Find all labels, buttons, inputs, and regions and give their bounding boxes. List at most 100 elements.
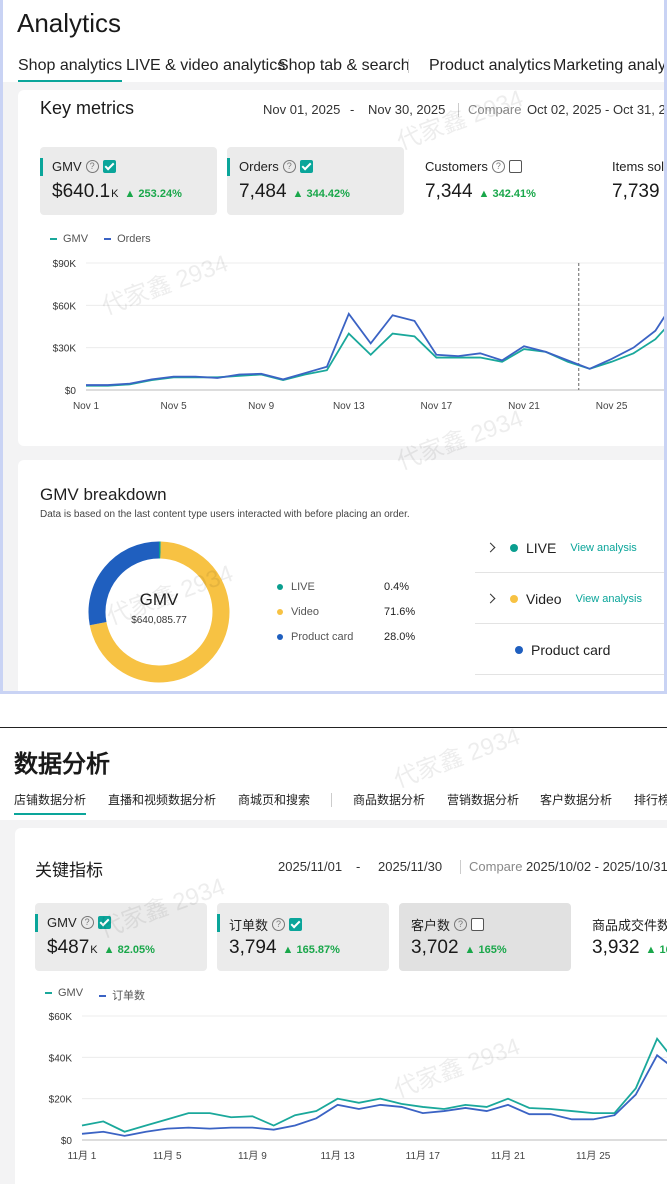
legend-gmv[interactable]: GMV <box>50 233 88 245</box>
tab-live-video-analytics[interactable]: 直播和视频数据分析 <box>108 791 216 808</box>
metric-gmv[interactable]: GMV? $640.1K ▲ 253.24% <box>40 147 217 215</box>
arrow-up-icon: ▲ <box>292 188 307 200</box>
view-analysis-link[interactable]: View analysis <box>576 593 642 605</box>
arrow-up-icon: ▲ <box>282 944 297 956</box>
metric-change: 342.41% <box>492 188 536 200</box>
channel-row-video[interactable]: Video View analysis <box>475 574 664 624</box>
tab-shop-tab-search[interactable]: 商城页和搜索 <box>238 791 310 808</box>
metric-accent-bar <box>40 158 43 176</box>
y-tick-label: $90K <box>53 259 77 270</box>
dot-icon <box>515 645 523 654</box>
help-icon[interactable]: ? <box>272 918 286 931</box>
metric-orders[interactable]: 订单数? 3,794 ▲ 165.87% <box>217 903 389 971</box>
date-range-start[interactable]: Nov 01, 2025 <box>263 102 340 117</box>
metric-customers[interactable]: 客户数? 3,702 ▲ 165% <box>399 903 571 971</box>
metric-value: 3,932 <box>592 937 640 958</box>
page-title: 数据分析 <box>14 751 110 778</box>
compare-date-range[interactable]: 2025/10/02 - 2025/10/31 <box>526 859 667 874</box>
tab-divider <box>408 59 409 73</box>
series-line-gmv <box>86 328 664 387</box>
metric-value: $640.1 <box>52 181 111 202</box>
compare-divider <box>458 103 459 117</box>
tab-divider <box>331 793 332 807</box>
metric-items-sold[interactable]: Items sold 7,739▲ <box>600 147 664 215</box>
help-icon[interactable]: ? <box>85 160 99 173</box>
legend-label: Orders <box>117 233 151 245</box>
arrow-up-icon: ▲ <box>124 188 139 200</box>
checkbox-checked-icon[interactable] <box>289 918 303 931</box>
legend-orders[interactable]: 订单数 <box>99 987 145 1003</box>
english-analytics-panel: Analytics Shop analytics LIVE & video an… <box>0 0 667 694</box>
breakdown-item-product-card: Product card 28.0% <box>277 631 415 643</box>
metric-value: 7,739 <box>612 181 660 202</box>
metric-items-sold[interactable]: 商品成交件数 3,932 ▲ 16 <box>580 903 667 971</box>
tab-shop-tab-search[interactable]: Shop tab & search <box>278 57 410 75</box>
metric-change: 165% <box>478 944 507 956</box>
view-analysis-link[interactable]: View analysis <box>570 542 636 554</box>
metric-change: 165.87% <box>296 944 340 956</box>
checkbox-checked-icon[interactable] <box>102 160 116 173</box>
breakdown-item-video: Video 71.6% <box>277 606 415 618</box>
channel-row-live[interactable]: LIVE View analysis <box>475 523 664 573</box>
y-tick-label: $60K <box>53 301 77 312</box>
x-tick-label: 11月 1 <box>68 1150 97 1162</box>
tab-live-video-analytics[interactable]: LIVE & video analytics <box>126 57 285 75</box>
y-tick-label: $0 <box>61 1136 73 1147</box>
tab-rankings[interactable]: 排行榜 <box>634 791 667 808</box>
help-icon[interactable]: ? <box>491 160 505 173</box>
arrow-up-icon: ▲ <box>478 188 493 200</box>
metric-label: 商品成交件数 <box>592 918 667 933</box>
metric-orders[interactable]: Orders? 7,484 ▲ 344.42% <box>227 147 404 215</box>
metric-change: 16 <box>659 944 667 956</box>
page-title: Analytics <box>17 8 122 38</box>
legend-orders[interactable]: Orders <box>104 233 151 245</box>
tab-marketing-analytics[interactable]: 营销数据分析 <box>447 791 519 808</box>
legend-gmv[interactable]: GMV <box>45 987 83 1003</box>
metric-accent-bar <box>227 158 230 176</box>
x-tick-label: Nov 1 <box>73 401 100 412</box>
checkbox-checked-icon[interactable] <box>97 916 111 929</box>
x-tick-label: Nov 13 <box>333 401 365 412</box>
metric-value: 3,702 <box>411 937 459 958</box>
metric-accent-bar <box>35 914 38 932</box>
help-icon[interactable]: ? <box>454 918 468 931</box>
compare-date-range[interactable]: Oct 02, 2025 - Oct 31, 20 <box>527 102 664 117</box>
metric-change: 344.42% <box>306 188 350 200</box>
metric-gmv[interactable]: GMV? $487K ▲ 82.05% <box>35 903 207 971</box>
tab-shop-analytics[interactable]: Shop analytics <box>18 57 123 82</box>
metric-customers[interactable]: Customers? 7,344 ▲ 342.41% <box>413 147 590 215</box>
help-icon[interactable]: ? <box>80 916 94 929</box>
tab-shop-analytics[interactable]: 店铺数据分析 <box>14 791 87 815</box>
date-range-dash: - <box>356 859 361 874</box>
dot-icon <box>510 543 518 552</box>
chevron-right-icon[interactable] <box>485 593 496 604</box>
metric-value: 7,484 <box>239 181 287 202</box>
y-tick-label: $60K <box>49 1012 73 1023</box>
checkbox-unchecked-icon[interactable] <box>471 918 485 931</box>
date-range-end[interactable]: 2025/11/30 <box>378 859 442 874</box>
legend-label: GMV <box>58 987 84 999</box>
date-range-start[interactable]: 2025/11/01 <box>278 859 342 874</box>
dot-icon <box>510 594 518 603</box>
help-icon[interactable]: ? <box>282 160 296 173</box>
x-tick-label: Nov 25 <box>596 401 628 412</box>
tab-marketing-analytics[interactable]: Marketing analytics <box>553 57 664 75</box>
legend-label: GMV <box>63 233 89 245</box>
x-tick-label: 11月 21 <box>491 1150 526 1162</box>
metric-label: Orders <box>239 159 279 174</box>
metric-change: 253.24% <box>138 188 182 200</box>
channel-row-product-card[interactable]: Product card <box>475 625 664 675</box>
tab-product-analytics[interactable]: 商品数据分析 <box>353 791 425 808</box>
tab-product-analytics[interactable]: Product analytics <box>429 57 551 75</box>
date-range-end[interactable]: Nov 30, 2025 <box>368 102 445 117</box>
dot-icon <box>277 584 283 591</box>
tab-customer-analytics[interactable]: 客户数据分析 <box>540 791 612 808</box>
key-metrics-title: 关键指标 <box>35 861 103 880</box>
checkbox-unchecked-icon[interactable] <box>508 160 522 173</box>
chevron-right-icon[interactable] <box>485 542 496 553</box>
line-chart: $0 $20K $40K $60K 11月 1 11月 5 11月 9 11月 13 11月 1… <box>49 1012 667 1162</box>
checkbox-checked-icon[interactable] <box>299 160 313 173</box>
metric-unit: K <box>90 944 98 956</box>
metric-value: 3,794 <box>229 937 277 958</box>
x-tick-label: 11月 13 <box>320 1150 355 1162</box>
